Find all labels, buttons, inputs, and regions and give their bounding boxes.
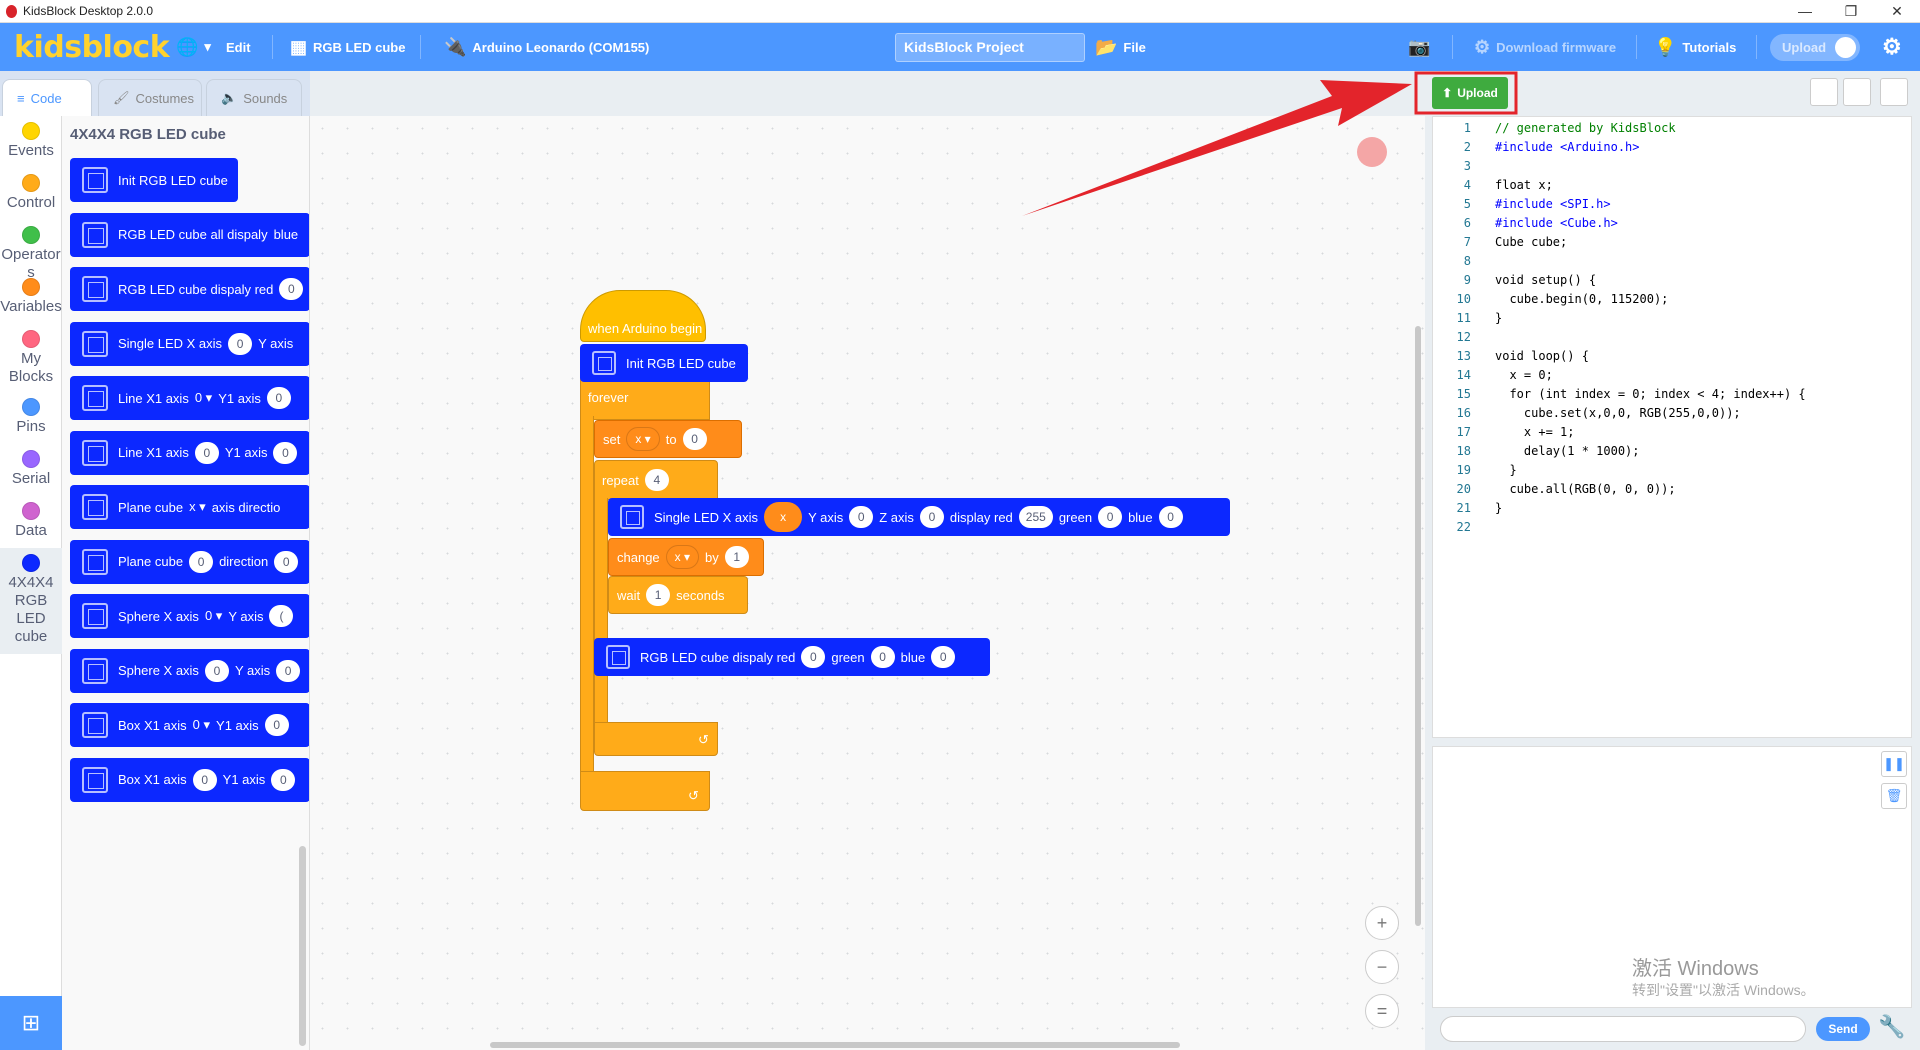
tab-code-label: Code [30, 90, 62, 106]
kidsblock-window: KidsBlock Desktop 2.0.0 — ❐ ✕ kidsblock … [0, 0, 1920, 1050]
annotation-overlay [1022, 71, 1518, 216]
red-arrow-annotation [1022, 80, 1412, 216]
tab-code[interactable]: ≡ Code [2, 79, 92, 116]
upload-highlight-box [1414, 71, 1518, 115]
code-icon: ≡ [17, 90, 25, 106]
